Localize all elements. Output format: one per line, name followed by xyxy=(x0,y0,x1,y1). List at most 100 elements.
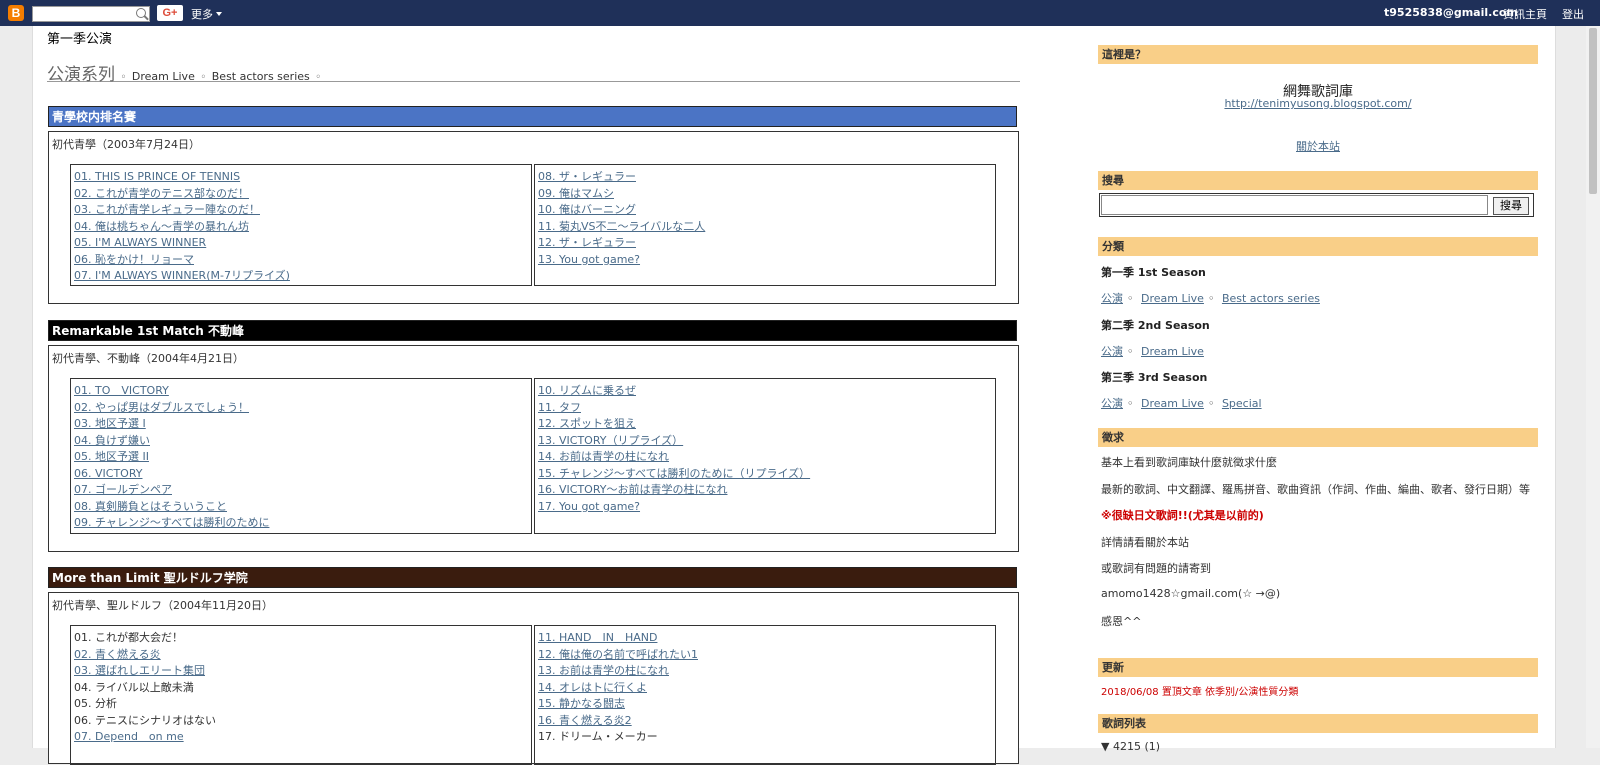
song-link[interactable]: 14. オレはトに行くよ xyxy=(538,680,992,697)
song-link[interactable]: 06. 恥をかけ！リョーマ xyxy=(74,252,528,269)
song-link[interactable]: 03. これが青学レギュラー陣なのだ！ xyxy=(74,202,528,219)
section-info: 初代青學、聖ルドルフ（2004年11月20日） xyxy=(52,599,273,612)
section-header: 青學校内排名賽 xyxy=(48,106,1017,127)
song-link[interactable]: 08. ザ・レギュラー xyxy=(538,169,992,186)
blogger-logo-icon[interactable]: B xyxy=(8,5,24,21)
dot-separator: ◦ xyxy=(1127,345,1134,358)
request-email: amomo1428☆gmail.com(☆ →@) xyxy=(1101,587,1281,600)
song-link[interactable]: 10. リズムに乗るぜ xyxy=(538,383,992,400)
navbar-search-input[interactable] xyxy=(32,6,150,22)
section-box: 初代青學（2003年7月24日） 01. THIS IS PRINCE OF TE… xyxy=(48,131,1019,304)
song-link[interactable]: 07. I'M ALWAYS WINNER(M-7リプライズ) xyxy=(74,268,528,285)
series-sep: ◦ xyxy=(120,72,127,83)
search-icon[interactable] xyxy=(136,8,146,18)
song-link[interactable]: 02. これが青学のテニス部なのだ！ xyxy=(74,186,528,203)
song-link[interactable]: 02. 青く燃える炎 xyxy=(74,647,528,664)
song-link[interactable]: 12. ザ・レギュラー xyxy=(538,235,992,252)
song-link[interactable]: 12. スポットを狙え xyxy=(538,416,992,433)
series-label[interactable]: 公演系列 xyxy=(47,65,115,85)
song-link[interactable]: 12. 俺は俺の名前で呼ばれたい1 xyxy=(538,647,992,664)
song-link[interactable]: 16. VICTORY～お前は青学の柱になれ xyxy=(538,482,992,499)
logout-link[interactable]: 登出 xyxy=(1562,6,1584,22)
song-link[interactable]: 04. 俺は桃ちゃん～青学の暴れん坊 xyxy=(74,219,528,236)
song-link[interactable]: 11. 菊丸VS不二～ライバルな二人 xyxy=(538,219,992,236)
song-link[interactable]: 14. お前は青学の柱になれ xyxy=(538,449,992,466)
request-line: 基本上看到歌詞庫缺什麼就徵求什麼 xyxy=(1101,456,1277,469)
series-link-best-actors[interactable]: Best actors series xyxy=(212,70,310,83)
series-nav: 公演系列 ◦ Dream Live ◦ Best actors series ◦ xyxy=(47,60,1020,85)
song-link[interactable]: 06. VICTORY xyxy=(74,466,528,483)
song-link[interactable]: 07. Depend on me xyxy=(74,729,528,746)
song-link[interactable]: 10. 俺はバーニング xyxy=(538,202,992,219)
song-link[interactable]: 05. 地区予選 II xyxy=(74,449,528,466)
request-line: 感恩^^ xyxy=(1101,615,1142,628)
season-3-link-special[interactable]: Special xyxy=(1222,397,1262,410)
lyrics-archive-item[interactable]: ▼ 4215 (1) xyxy=(1101,740,1160,753)
dot-separator: ◦ xyxy=(1127,397,1134,410)
season-2-link-dream-live[interactable]: Dream Live xyxy=(1141,345,1204,358)
song-link[interactable]: 15. 静かなる闘志 xyxy=(538,696,992,713)
song-link[interactable]: 01. TO VICTORY xyxy=(74,383,528,400)
request-line-highlight: ※很缺日文歌詞!!(尤其是以前的) xyxy=(1101,509,1264,522)
song-link[interactable]: 01. THIS IS PRINCE OF TENNIS xyxy=(74,169,528,186)
section-header: More than Limit 聖ルドルフ学院 xyxy=(48,567,1017,588)
dot-separator: ◦ xyxy=(1207,292,1215,305)
about-site-link[interactable]: 關於本站 xyxy=(1296,140,1340,153)
season-2-title: 第二季 2nd Season xyxy=(1101,319,1210,332)
season-3-link-stage[interactable]: 公演 xyxy=(1101,397,1123,410)
dot-separator: ◦ xyxy=(1127,292,1134,305)
request-line: 詳情請看關於本站 xyxy=(1101,536,1189,549)
song-link[interactable]: 13. お前は青学の柱になれ xyxy=(538,663,992,680)
song-list-right: 10. リズムに乗るぜ 11. タフ 12. スポットを狙え 13. VICTORY（… xyxy=(534,378,996,534)
series-sep: ◦ xyxy=(315,72,322,83)
update-text[interactable]: 2018/06/08 置頂文章 依季別/公演性質分類 xyxy=(1101,683,1298,698)
sidebar-about-header: 這裡是？ xyxy=(1098,45,1538,64)
season-2-link-stage[interactable]: 公演 xyxy=(1101,345,1123,358)
sidebar-search-header: 搜尋 xyxy=(1098,171,1538,190)
song-link[interactable]: 03. 地区予選 I xyxy=(74,416,528,433)
request-line: 或歌詞有問題的請寄到 xyxy=(1101,562,1211,575)
song-title: 06. テニスにシナリオはない xyxy=(74,713,216,727)
chevron-down-icon xyxy=(216,12,222,16)
song-link[interactable]: 02. やっぱ男はダブルスでしょう！ xyxy=(74,400,528,417)
site-url-link[interactable]: http://tenimyusong.blogspot.com/ xyxy=(1224,97,1411,110)
song-link[interactable]: 17. You got game? xyxy=(538,499,992,516)
sidebar-request-header: 徵求 xyxy=(1098,428,1538,447)
more-menu[interactable]: 更多 xyxy=(191,6,222,22)
song-link[interactable]: 13. You got game? xyxy=(538,252,992,269)
season-2-links: 公演 ◦ Dream Live xyxy=(1101,343,1208,359)
song-link[interactable]: 08. 真剣勝負とはそういうこと xyxy=(74,499,528,516)
song-title: 04. ライバル以上敵未満 xyxy=(74,680,194,694)
season-1-link-stage[interactable]: 公演 xyxy=(1101,292,1123,305)
season-3-link-dream-live[interactable]: Dream Live xyxy=(1141,397,1204,410)
song-link[interactable]: 15. チャレンジ～すべては勝利のために（リプライズ） xyxy=(538,466,992,483)
song-link[interactable]: 09. 俺はマムシ xyxy=(538,186,992,203)
season-1-link-best-actors[interactable]: Best actors series xyxy=(1222,292,1320,305)
season-1-links: 公演 ◦ Dream Live ◦ Best actors series xyxy=(1101,290,1324,306)
song-link[interactable]: 03. 選ばれしエリート集団 xyxy=(74,663,528,680)
section-info: 初代青學（2003年7月24日） xyxy=(52,138,200,151)
song-link[interactable]: 16. 青く燃える炎2 xyxy=(538,713,992,730)
request-line: 最新的歌詞、中文翻譯、羅馬拼音、歌曲資訊（作詞、作曲、編曲、歌者、發行日期）等 xyxy=(1101,483,1530,496)
song-list-left: 01. THIS IS PRINCE OF TENNIS 02. これが青学のテニ… xyxy=(70,164,532,286)
scrollbar[interactable] xyxy=(1586,26,1600,748)
google-plus-button[interactable]: G+ xyxy=(157,5,183,21)
section-box: 初代青學、不動峰（2004年4月21日） 01. TO VICTORY 02. やっ… xyxy=(48,345,1019,552)
search-button[interactable]: 搜尋 xyxy=(1493,197,1529,215)
song-link[interactable]: 09. チャレンジ～すべては勝利のために xyxy=(74,515,528,532)
song-link[interactable]: 07. ゴールデンペア xyxy=(74,482,528,499)
song-link[interactable]: 05. I'M ALWAYS WINNER xyxy=(74,235,528,252)
series-link-dream-live[interactable]: Dream Live xyxy=(132,70,195,83)
song-link[interactable]: 11. タフ xyxy=(538,400,992,417)
song-link[interactable]: 11. HAND IN HAND xyxy=(538,630,992,647)
song-link[interactable]: 13. VICTORY（リプライズ） xyxy=(538,433,992,450)
scrollbar-thumb[interactable] xyxy=(1589,28,1597,194)
search-input[interactable] xyxy=(1101,195,1488,215)
sidebar-update-header: 更新 xyxy=(1098,658,1538,677)
song-list-left: 01. これが都大会だ！ 02. 青く燃える炎 03. 選ばれしエリート集団 04. … xyxy=(70,625,532,765)
dashboard-link[interactable]: 資訊主頁 xyxy=(1503,6,1547,22)
song-link[interactable]: 04. 負けず嫌い xyxy=(74,433,528,450)
sidebar-lyrics-header: 歌詞列表 xyxy=(1098,714,1538,733)
season-1-link-dream-live[interactable]: Dream Live xyxy=(1141,292,1204,305)
season-1-title: 第一季 1st Season xyxy=(1101,266,1206,279)
